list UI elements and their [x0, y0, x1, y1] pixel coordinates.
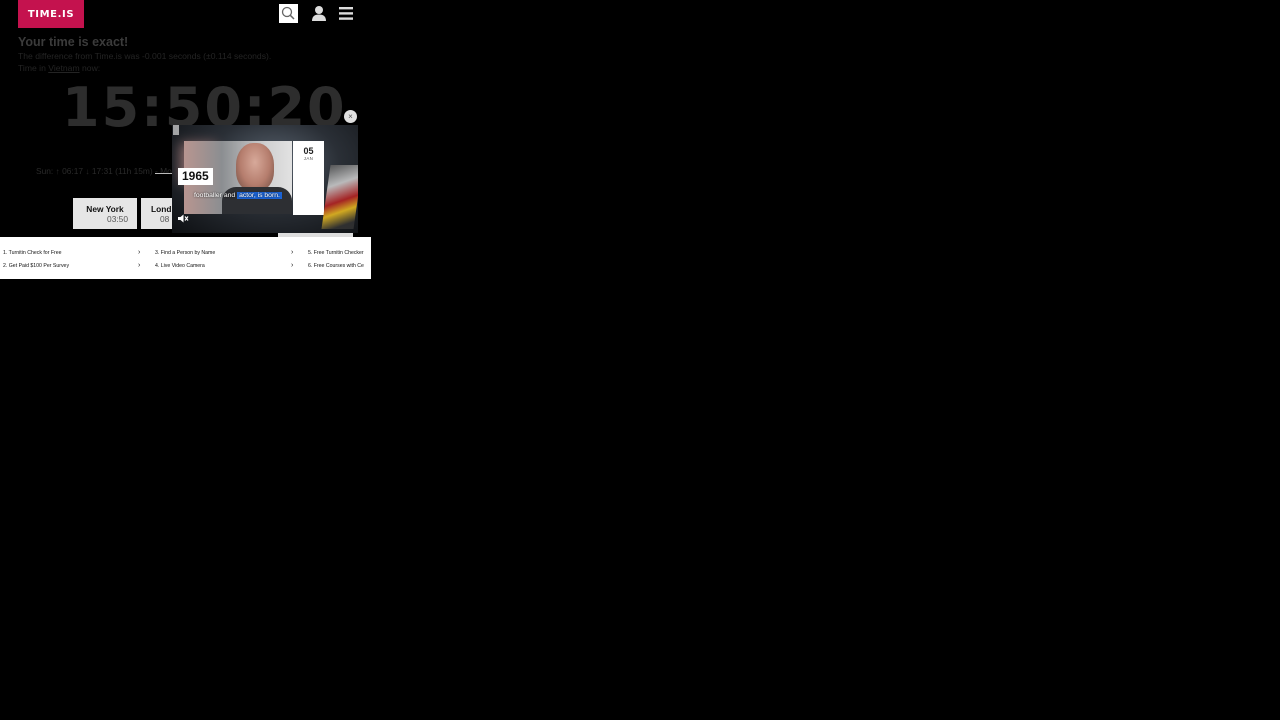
chevron-right-icon: ›: [291, 249, 294, 256]
video-date-month: JAN: [303, 156, 314, 161]
video-caption-highlight: actor, is born.: [237, 192, 282, 199]
time-in-location: Time in Vietnam now:: [18, 63, 100, 73]
search-button[interactable]: [279, 4, 298, 23]
time-is-logo[interactable]: TIME.IS: [18, 0, 84, 28]
sync-status-headline: Your time is exact!: [18, 35, 129, 49]
city-time: 08: [160, 214, 170, 224]
video-year-label: 1965: [178, 168, 213, 185]
city-name: New York: [86, 204, 124, 214]
person-face: [236, 143, 274, 191]
mute-icon: [178, 214, 189, 223]
chevron-right-icon: ›: [138, 262, 141, 269]
chevron-right-icon: ›: [291, 262, 294, 269]
time-in-suffix: now:: [79, 63, 101, 73]
city-card-london[interactable]: Lond 08: [141, 198, 174, 229]
video-corner-tag: [173, 125, 179, 135]
chevron-right-icon: ›: [138, 249, 141, 256]
sun-info-line: Sun: ↑ 06:17 ↓ 17:31 (11h 15m) - Mor: [36, 166, 175, 176]
account-button[interactable]: [311, 5, 327, 22]
ad-link[interactable]: 5. Free Turnitin Checker: [308, 249, 364, 257]
video-collage: [321, 165, 358, 229]
sponsored-ad-bar: 1. Turnitin Check for Free › 2. Get Paid…: [0, 237, 371, 279]
close-icon: ×: [348, 112, 353, 121]
country-link[interactable]: Vietnam: [48, 63, 79, 73]
video-date-box: 05 JAN: [293, 141, 324, 215]
time-in-prefix: Time in: [18, 63, 49, 73]
ad-link[interactable]: 2. Get Paid $100 Per Survey: [3, 262, 69, 270]
video-date-day: 05: [303, 146, 314, 156]
close-video-button[interactable]: ×: [344, 110, 357, 123]
ad-link[interactable]: 6. Free Courses with Ce: [308, 262, 364, 270]
city-time: 03:50: [107, 214, 128, 224]
video-caption: footballer and actor, is born.: [194, 192, 282, 199]
city-name: Lond: [151, 204, 172, 214]
sun-divider: [155, 173, 172, 174]
ad-link[interactable]: 1. Turnitin Check for Free: [3, 249, 62, 257]
video-ad-player[interactable]: 05 JAN 1965 footballer and actor, is bor…: [172, 125, 358, 233]
user-icon: [312, 6, 326, 21]
time-difference-text: The difference from Time.is was -0.001 s…: [18, 51, 272, 61]
main-menu-button[interactable]: [338, 6, 354, 21]
ad-link[interactable]: 4. Live Video Camera: [155, 262, 205, 270]
menu-icon: [339, 7, 353, 20]
mute-button[interactable]: [177, 211, 189, 223]
video-caption-text: footballer and: [194, 192, 238, 199]
city-card-new-york[interactable]: New York 03:50: [73, 198, 137, 229]
ad-link[interactable]: 3. Find a Person by Name: [155, 249, 215, 257]
search-icon: [281, 6, 295, 20]
